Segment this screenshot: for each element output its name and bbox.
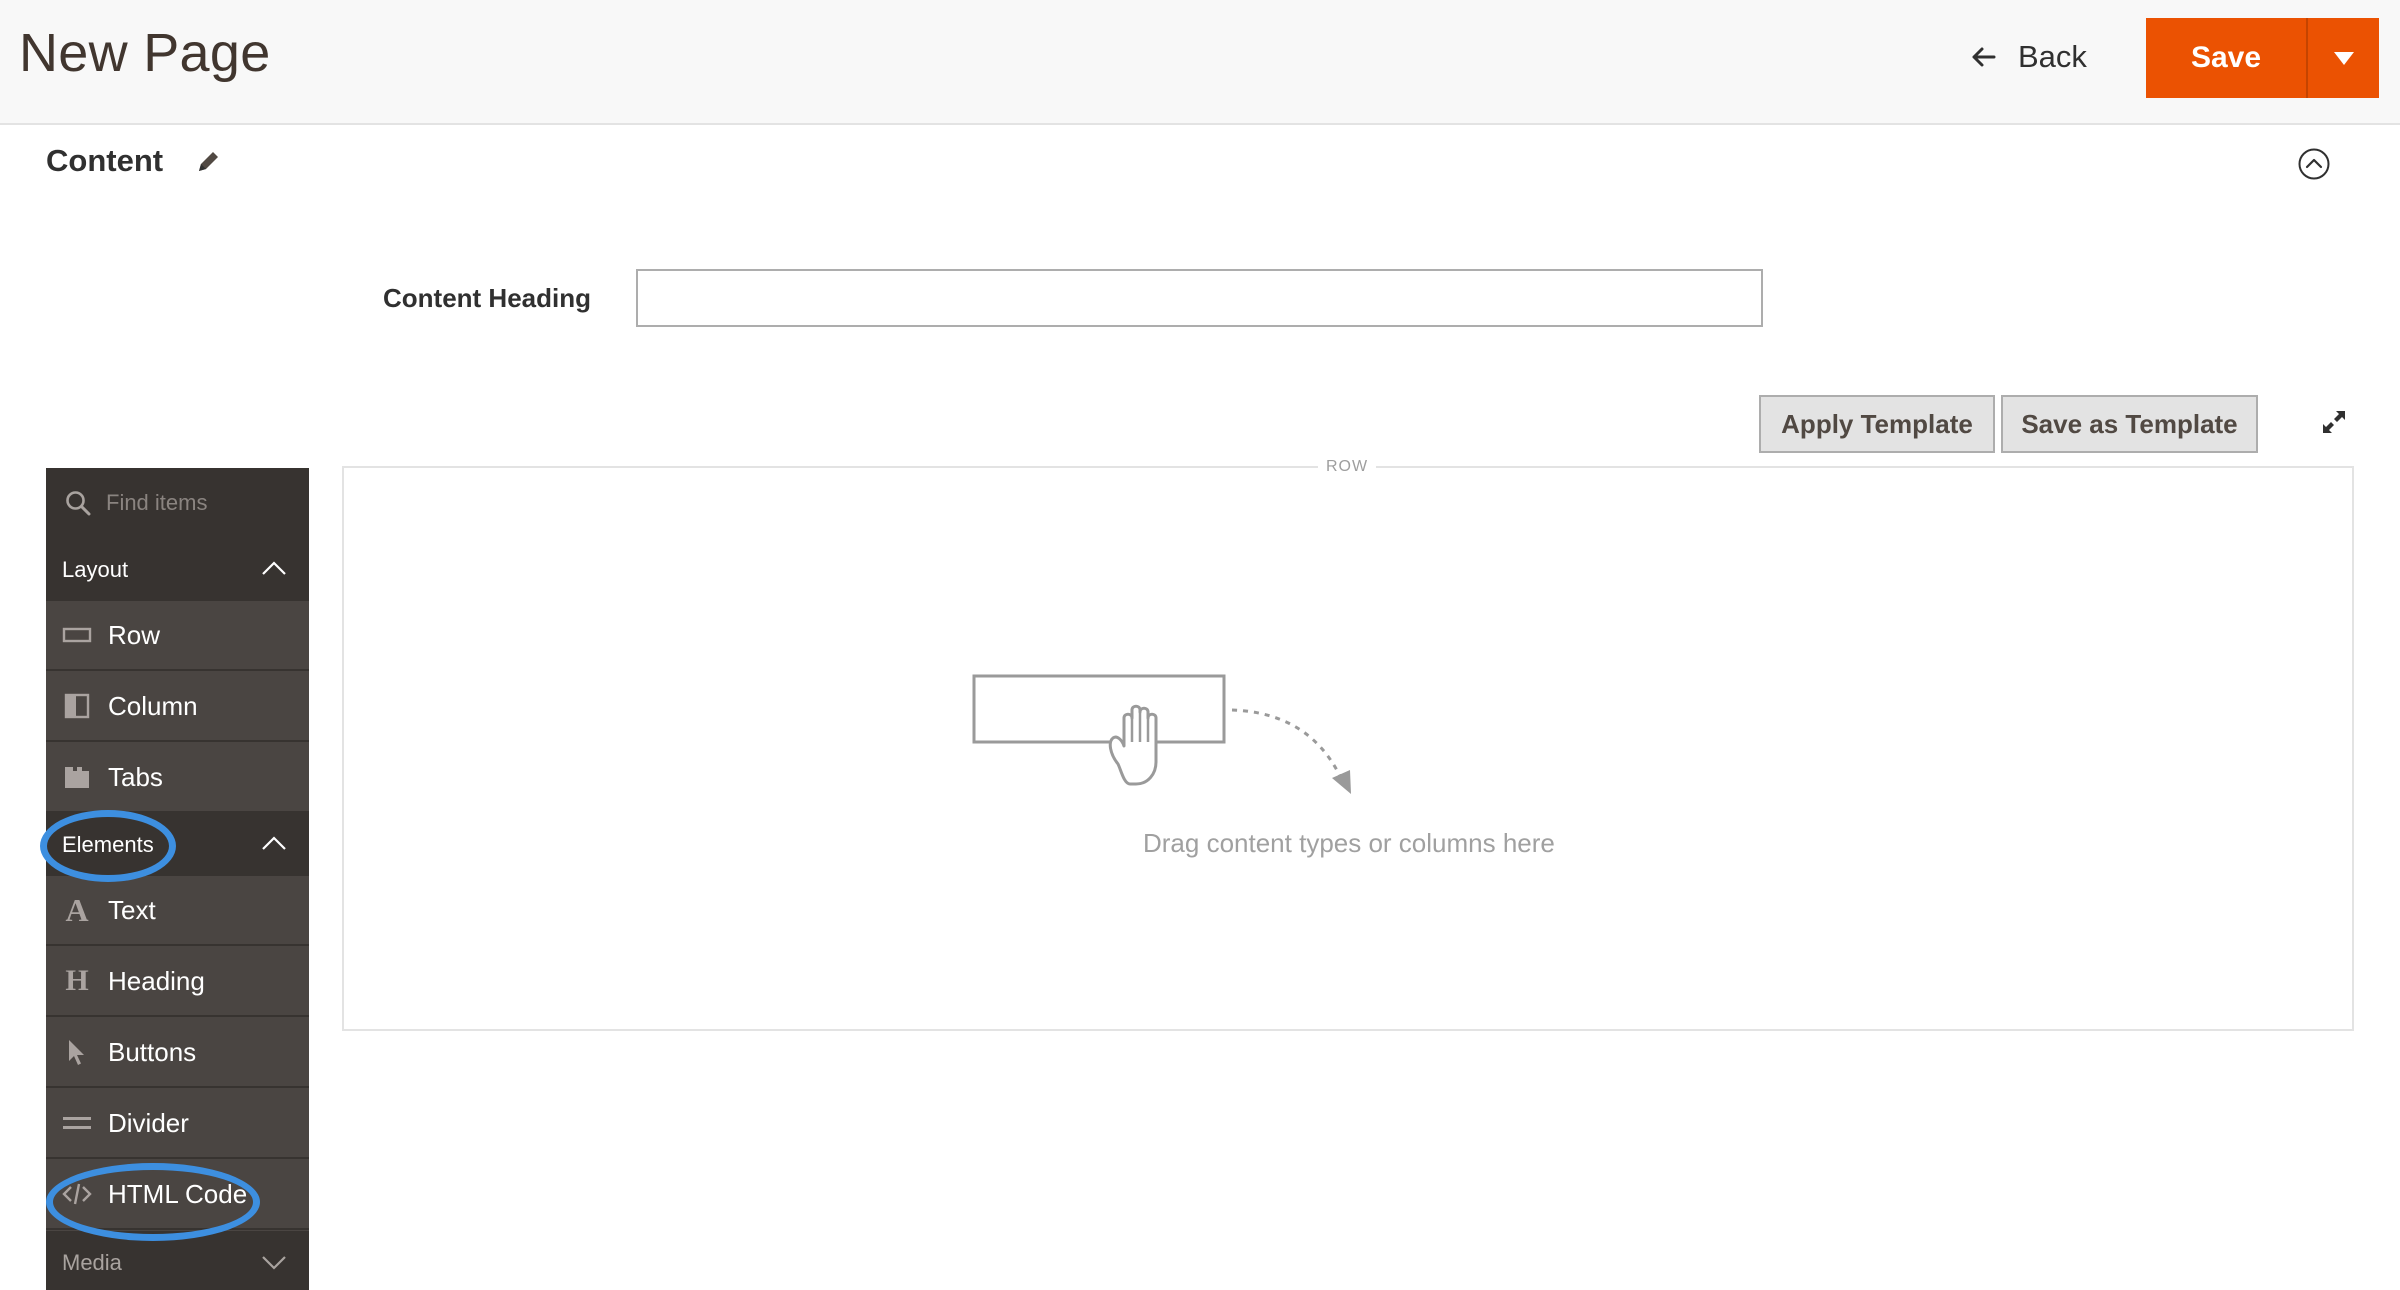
group-elements-label: Elements bbox=[62, 831, 154, 857]
panel-item-column[interactable]: Column bbox=[46, 672, 309, 742]
apply-template-button[interactable]: Apply Template bbox=[1759, 395, 1995, 453]
panel-item-label: Buttons bbox=[108, 1036, 197, 1067]
pencil-icon[interactable] bbox=[194, 148, 222, 176]
panel-item-text[interactable]: A Text bbox=[46, 876, 309, 946]
code-icon bbox=[62, 1179, 92, 1209]
chevron-down-icon bbox=[262, 1256, 286, 1270]
panel-item-row[interactable]: Row bbox=[46, 601, 309, 671]
content-heading-input[interactable] bbox=[636, 269, 1763, 327]
fullscreen-icon[interactable] bbox=[2320, 408, 2348, 436]
search-icon bbox=[66, 491, 91, 516]
panel-item-label: HTML Code bbox=[108, 1178, 248, 1209]
group-layout-label: Layout bbox=[62, 556, 129, 582]
tabs-icon bbox=[62, 762, 92, 792]
divider-icon bbox=[62, 1108, 92, 1138]
panel-item-heading[interactable]: H Heading bbox=[46, 947, 309, 1017]
group-media-label: Media bbox=[62, 1249, 122, 1275]
save-options-toggle[interactable] bbox=[2306, 18, 2379, 98]
panel-item-html-code[interactable]: HTML Code bbox=[46, 1160, 309, 1230]
chevron-up-icon bbox=[262, 561, 286, 575]
page-title: New Page bbox=[19, 23, 271, 83]
back-label: Back bbox=[2018, 39, 2087, 74]
arrow-left-icon bbox=[1972, 47, 1996, 67]
content-types-panel: Layout Row Column Tabs Elements A Text H… bbox=[46, 468, 309, 1290]
collapse-section-icon[interactable] bbox=[2297, 147, 2331, 181]
find-items-input[interactable] bbox=[106, 490, 286, 516]
drag-drop-illustration-icon bbox=[972, 674, 1351, 794]
column-icon bbox=[62, 691, 92, 721]
row-label: ROW bbox=[1318, 458, 1377, 476]
save-button-group: Save bbox=[2146, 18, 2379, 98]
group-media-header[interactable]: Media bbox=[46, 1231, 309, 1290]
row-icon bbox=[62, 620, 92, 650]
panel-item-label: Divider bbox=[108, 1107, 189, 1138]
content-section-title[interactable]: Content bbox=[46, 143, 163, 179]
group-elements-header[interactable]: Elements bbox=[46, 813, 309, 876]
chevron-up-icon bbox=[262, 836, 286, 850]
save-button[interactable]: Save bbox=[2146, 18, 2306, 98]
page-header: New Page Back Save bbox=[0, 0, 2400, 125]
cursor-icon bbox=[62, 1037, 92, 1067]
panel-item-tabs[interactable]: Tabs bbox=[46, 743, 309, 813]
text-icon: A bbox=[65, 891, 89, 928]
save-as-template-button[interactable]: Save as Template bbox=[2001, 395, 2258, 453]
content-heading-label: Content Heading bbox=[383, 283, 591, 313]
caret-down-icon bbox=[2333, 52, 2354, 65]
back-button[interactable]: Back bbox=[1968, 34, 2087, 80]
panel-item-label: Row bbox=[108, 619, 161, 650]
panel-item-label: Tabs bbox=[108, 761, 163, 792]
drop-hint-text: Drag content types or columns here bbox=[1143, 828, 1555, 858]
panel-item-label: Heading bbox=[108, 965, 205, 996]
panel-item-label: Column bbox=[108, 690, 198, 721]
panel-item-label: Text bbox=[108, 894, 156, 925]
group-layout-header[interactable]: Layout bbox=[46, 538, 309, 601]
panel-search bbox=[46, 468, 309, 538]
panel-item-divider[interactable]: Divider bbox=[46, 1089, 309, 1159]
panel-item-buttons[interactable]: Buttons bbox=[46, 1018, 309, 1088]
heading-icon: H bbox=[65, 964, 89, 997]
